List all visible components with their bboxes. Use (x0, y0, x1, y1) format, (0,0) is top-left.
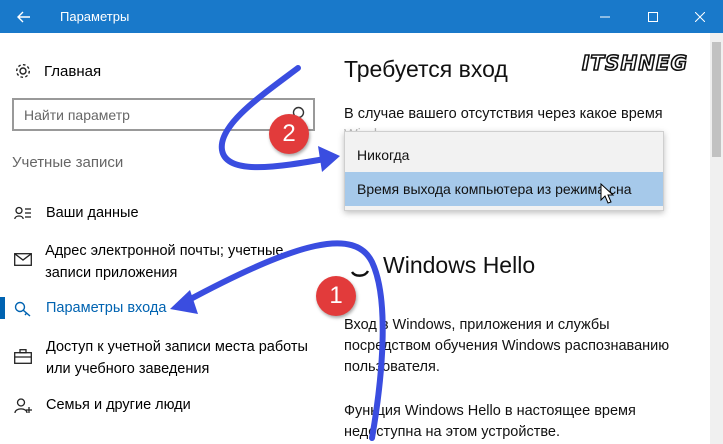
annotation-overlay (170, 65, 615, 441)
mouse-cursor-icon (600, 182, 615, 204)
annotation-arrowhead-2 (318, 146, 340, 172)
annotation-arrowhead-1 (170, 290, 198, 314)
annotation-badge-1: 1 (316, 276, 356, 316)
annotation-arrow-1 (182, 240, 386, 441)
annotation-badge-2: 2 (269, 114, 309, 154)
